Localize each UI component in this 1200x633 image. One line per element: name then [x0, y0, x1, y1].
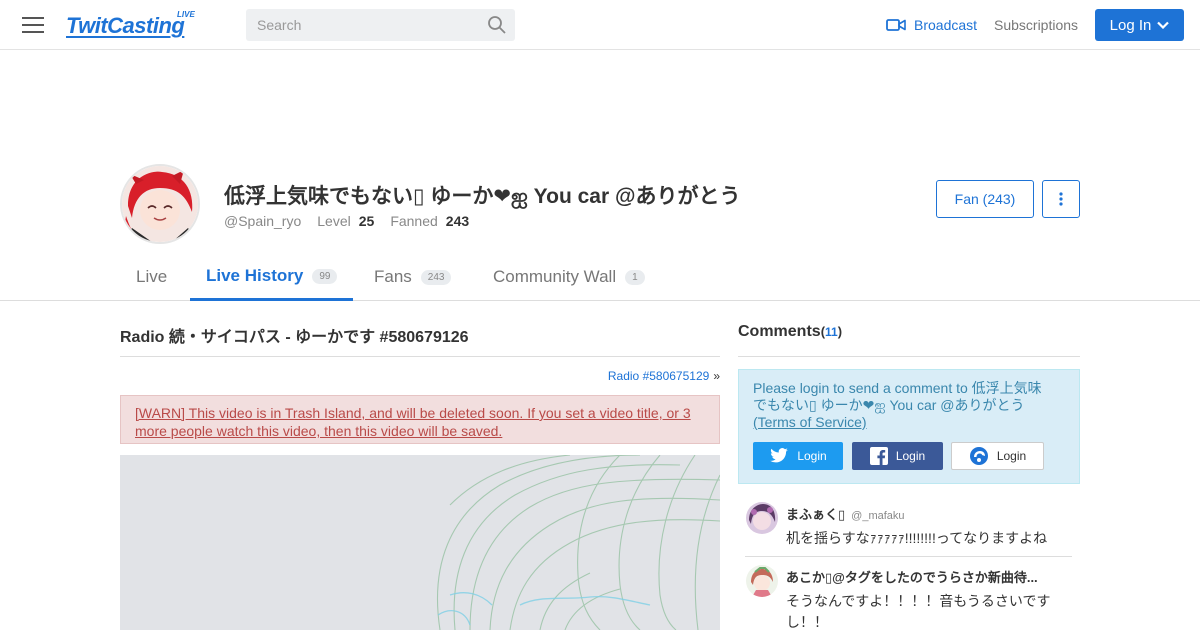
search-icon[interactable]	[487, 15, 507, 35]
login-button[interactable]: Log In	[1095, 9, 1184, 41]
hamburger-menu-icon[interactable]	[22, 16, 44, 34]
video-player[interactable]	[120, 455, 720, 630]
warning-alert: [WARN] This video is in Trash Island, an…	[120, 395, 720, 444]
twitcasting-logo[interactable]: TwitCasting LIVE	[66, 10, 206, 40]
facebook-login-button[interactable]: Login	[852, 442, 943, 470]
video-thumbnail	[120, 455, 720, 630]
subscriptions-link[interactable]: Subscriptions	[994, 17, 1078, 33]
tab-live[interactable]: Live	[120, 254, 183, 300]
login-button-label: Login	[797, 449, 827, 463]
facebook-icon	[869, 447, 888, 465]
commenter-display-name: あこか▯@タグをしたのでうらさか新曲待...	[786, 570, 1038, 585]
commenter-display-name: まふぁく▯	[786, 507, 846, 522]
fanned-value: 243	[445, 213, 470, 229]
login-button-label: Login	[996, 449, 1027, 463]
chevron-down-icon	[1157, 21, 1170, 29]
commenter-handle: @_mafaku	[851, 510, 905, 522]
commenter-avatar[interactable]	[746, 565, 778, 597]
tab-fans[interactable]: Fans 243	[358, 254, 467, 300]
login-prompt-text: Please login to send a comment to 低浮上気味で…	[753, 380, 1053, 431]
avatar-image	[746, 502, 778, 534]
commenter-avatar[interactable]	[746, 502, 778, 534]
vertical-ellipsis-icon	[1059, 192, 1063, 206]
tab-count-badge: 1	[625, 269, 645, 285]
comment-text: 机を揺らすなｧｧｧｧｧ!!!!!!!!ってなりますよね	[786, 530, 1048, 546]
profile-handle: @Spain_ryo	[224, 213, 302, 229]
search-box	[246, 9, 515, 41]
top-bar: TwitCasting LIVE Broadcast Subscriptions…	[0, 0, 1200, 50]
warning-link[interactable]: [WARN] This video is in Trash Island, an…	[135, 405, 691, 439]
logo-live-label: LIVE	[177, 10, 195, 19]
divider	[738, 356, 1080, 357]
fan-button[interactable]: Fan (243)	[936, 180, 1034, 218]
twitter-login-button[interactable]: Login	[753, 442, 843, 470]
previous-movie-label: Radio #580675129	[607, 369, 710, 383]
video-camera-icon	[886, 19, 906, 31]
previous-movie-link[interactable]: Radio #580675129»	[608, 369, 720, 383]
search-input[interactable]	[246, 9, 476, 41]
fanned-label: Fanned	[390, 213, 438, 229]
profile-meta: @Spain_ryo Level 25 Fanned 243	[224, 213, 485, 229]
divider	[120, 356, 720, 357]
login-prompt-message: Please login to send a comment to 低浮上気味で…	[753, 380, 1042, 413]
tab-label: Community Wall	[493, 267, 617, 286]
profile-tabs: Live Live History 99 Fans 243 Community …	[0, 254, 1200, 301]
broadcast-label: Broadcast	[914, 17, 978, 33]
level-value: 25	[358, 213, 375, 229]
twitcasting-login-button[interactable]: Login	[951, 442, 1044, 470]
level-label: Level	[317, 213, 351, 229]
avatar-image	[746, 565, 778, 597]
more-options-button[interactable]	[1042, 180, 1080, 218]
commenter-name[interactable]: あこか▯@タグをしたのでうらさか新曲待...	[786, 567, 1038, 586]
comments-count: 11	[825, 325, 838, 339]
profile-avatar[interactable]	[120, 164, 200, 244]
double-chevron-right-icon: »	[713, 369, 720, 383]
divider	[745, 556, 1072, 557]
movie-title: Radio 続・サイコパス - ゆーかです #580679126	[120, 329, 469, 346]
comments-title: Comments(11)	[738, 323, 843, 340]
comments-title-label: Comments	[738, 323, 821, 340]
twitter-bird-icon	[770, 448, 789, 463]
tab-label: Live History	[206, 266, 304, 285]
tab-label: Fans	[374, 267, 412, 286]
login-prompt-box: Please login to send a comment to 低浮上気味で…	[738, 369, 1080, 484]
tab-label: Live	[136, 267, 168, 286]
profile-name: 低浮上気味でもない▯ ゆーか❤ஐ You car @ありがとう	[224, 185, 741, 208]
tab-community-wall[interactable]: Community Wall 1	[477, 254, 661, 300]
tab-count-badge: 99	[312, 268, 338, 284]
tab-count-badge: 243	[420, 269, 452, 285]
broadcast-link[interactable]: Broadcast	[886, 15, 977, 35]
twitcasting-icon	[969, 447, 988, 465]
login-button-label: Log In	[1109, 16, 1152, 34]
logo-text: TwitCasting	[66, 13, 185, 38]
avatar-image	[122, 166, 198, 242]
login-button-label: Login	[895, 449, 926, 463]
comment-text: そうなんですよ！！！！音もうるさいですし！！	[786, 593, 1051, 630]
tab-live-history[interactable]: Live History 99	[190, 254, 354, 301]
commenter-name[interactable]: まふぁく▯ @_mafaku	[786, 504, 905, 523]
terms-of-service-link[interactable]: (Terms of Service)	[753, 414, 867, 430]
